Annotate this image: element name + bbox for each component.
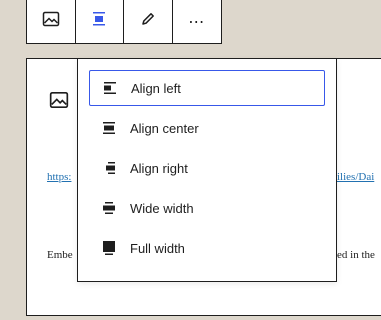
pencil-icon bbox=[140, 11, 156, 32]
full-width-label: Full width bbox=[130, 240, 185, 256]
align-right-icon bbox=[97, 156, 121, 180]
align-center-icon bbox=[97, 116, 121, 140]
more-options-icon: ⋯ bbox=[188, 13, 206, 31]
embed-description: Embe bbox=[47, 249, 73, 261]
align-left-option[interactable]: Align left bbox=[89, 70, 325, 106]
align-center-label: Align center bbox=[130, 120, 199, 136]
align-left-icon bbox=[98, 76, 122, 100]
block-toolbar: ⋯ bbox=[26, 0, 222, 44]
more-options-button[interactable]: ⋯ bbox=[173, 0, 222, 43]
embed-image-icon bbox=[49, 90, 69, 115]
align-left-label: Align left bbox=[131, 80, 181, 96]
full-width-option[interactable]: Full width bbox=[89, 230, 325, 266]
image-icon bbox=[42, 10, 60, 33]
embed-url-link[interactable]: https: bbox=[47, 171, 71, 183]
align-button[interactable] bbox=[76, 0, 124, 43]
align-right-label: Align right bbox=[130, 160, 188, 176]
edit-url-button[interactable] bbox=[124, 0, 173, 43]
align-center-option[interactable]: Align center bbox=[89, 110, 325, 146]
align-center-icon bbox=[90, 10, 108, 33]
align-right-option[interactable]: Align right bbox=[89, 150, 325, 186]
embed-description-tail: ed in the bbox=[337, 249, 375, 261]
embed-url-link-tail[interactable]: ilies/Dai bbox=[337, 171, 374, 183]
block-type-button[interactable] bbox=[27, 0, 76, 43]
align-menu: Align left Align center Align right Wide… bbox=[77, 58, 337, 282]
wide-width-option[interactable]: Wide width bbox=[89, 190, 325, 226]
wide-width-icon bbox=[97, 196, 121, 220]
full-width-icon bbox=[97, 236, 121, 260]
wide-width-label: Wide width bbox=[130, 200, 194, 216]
